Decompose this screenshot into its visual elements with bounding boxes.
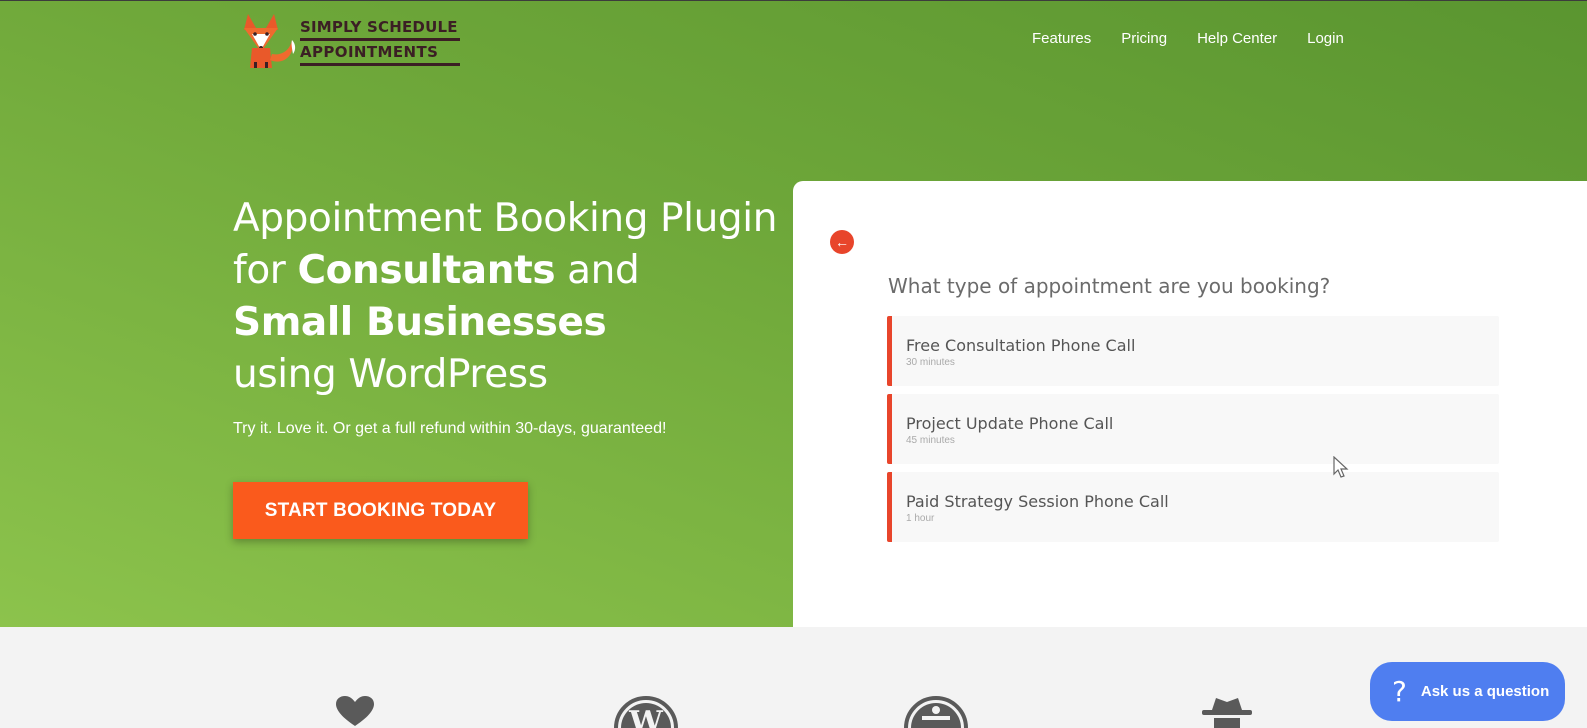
fox-icon: [244, 14, 296, 68]
nav-features[interactable]: Features: [1032, 30, 1091, 47]
headline-line-1: Appointment Booking Plugin: [233, 196, 778, 241]
question-icon: ?: [1392, 675, 1407, 708]
appointment-option[interactable]: Free Consultation Phone Call 30 minutes: [887, 316, 1499, 386]
brand-wordmark: SIMPLY SCHEDULE APPOINTMENTS: [300, 10, 470, 66]
svg-text:W: W: [628, 705, 664, 728]
booking-question: What type of appointment are you booking…: [888, 274, 1331, 298]
appointment-duration: 1 hour: [906, 513, 935, 524]
headline-line-4: using WordPress: [233, 352, 548, 397]
appointment-duration: 30 minutes: [906, 357, 955, 368]
hero-section: SIMPLY SCHEDULE APPOINTMENTS Features Pr…: [0, 0, 1587, 627]
hero-subtext: Try it. Love it. Or get a full refund wi…: [233, 420, 667, 437]
booking-preview-card: ← What type of appointment are you booki…: [793, 181, 1587, 627]
appointment-duration: 45 minutes: [906, 435, 955, 446]
brand-logo[interactable]: SIMPLY SCHEDULE APPOINTMENTS: [240, 10, 470, 70]
appointment-option[interactable]: Paid Strategy Session Phone Call 1 hour: [887, 472, 1499, 542]
brand-line-1: SIMPLY SCHEDULE: [300, 18, 458, 36]
start-booking-button[interactable]: START BOOKING TODAY: [233, 482, 528, 539]
headline-line-2-post: and: [555, 248, 640, 293]
brand-line-2: APPOINTMENTS: [300, 43, 439, 61]
heart-icon: [336, 696, 374, 726]
brand-underline: [300, 63, 460, 66]
main-nav: Features Pricing Help Center Login: [1032, 30, 1374, 47]
ask-question-label: Ask us a question: [1420, 683, 1550, 700]
appointment-title: Project Update Phone Call: [906, 414, 1114, 433]
arrow-left-icon[interactable]: ←: [830, 230, 854, 254]
headline-consultants: Consultants: [297, 248, 556, 293]
headline-line-2-pre: for: [233, 248, 298, 293]
spy-icon: [1202, 698, 1252, 728]
features-strip: [0, 627, 1587, 728]
nav-help-center[interactable]: Help Center: [1197, 30, 1277, 47]
headline-small-businesses: Small Businesses: [233, 300, 607, 345]
wordpress-icon: W: [614, 696, 678, 728]
hero-headline: Appointment Booking Plugin for Consultan…: [233, 193, 793, 401]
mouse-cursor-icon: [1333, 456, 1349, 478]
top-border: [0, 0, 1587, 1]
nav-login[interactable]: Login: [1307, 30, 1344, 47]
appointment-title: Free Consultation Phone Call: [906, 336, 1136, 355]
accessibility-icon: [904, 696, 968, 728]
appointment-option[interactable]: Project Update Phone Call 45 minutes: [887, 394, 1499, 464]
ask-question-button[interactable]: ? Ask us a question: [1370, 662, 1565, 721]
nav-pricing[interactable]: Pricing: [1121, 30, 1167, 47]
appointment-title: Paid Strategy Session Phone Call: [906, 492, 1169, 511]
